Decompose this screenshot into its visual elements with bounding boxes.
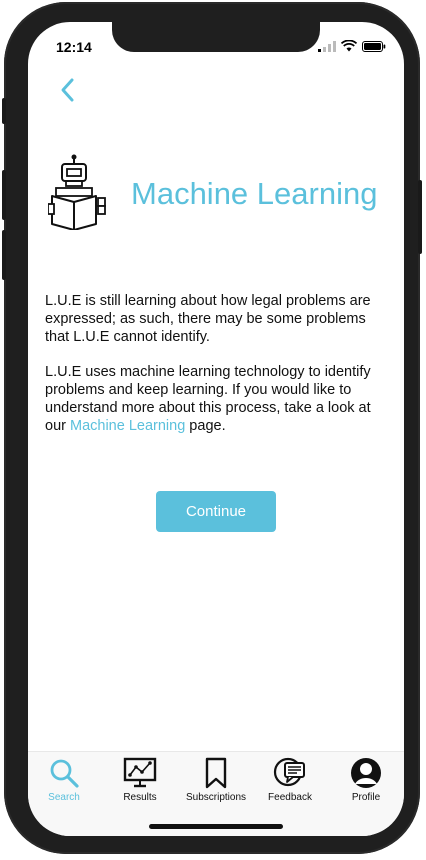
chevron-left-icon <box>61 78 74 102</box>
back-button[interactable] <box>54 76 82 104</box>
status-time: 12:14 <box>56 39 92 55</box>
search-icon <box>50 759 79 788</box>
details-paragraph: L.U.E uses machine learning technology t… <box>45 363 375 435</box>
robot-reading-icon <box>48 154 106 230</box>
tab-subscriptions[interactable]: Subscriptions <box>180 756 252 803</box>
continue-button[interactable]: Continue <box>156 491 276 532</box>
tab-feedback[interactable]: Feedback <box>254 756 326 803</box>
screen: 12:14 Machine Learning L.U.E is still le… <box>28 22 404 836</box>
profile-icon <box>351 758 381 788</box>
tab-label: Feedback <box>268 792 312 803</box>
status-icons <box>318 40 386 52</box>
power-button <box>418 180 422 254</box>
tab-label: Subscriptions <box>185 792 247 803</box>
machine-learning-link[interactable]: Machine Learning <box>70 418 185 434</box>
tab-label: Profile <box>351 792 381 803</box>
page-title: Machine Learning <box>131 176 378 211</box>
tab-label: Results <box>123 792 157 803</box>
phone-frame: 12:14 Machine Learning L.U.E is still le… <box>2 2 422 854</box>
mute-switch <box>2 98 6 124</box>
volume-down-button <box>2 230 6 280</box>
tab-label: Search <box>48 792 80 803</box>
notch <box>112 22 320 52</box>
bookmark-icon <box>205 757 227 789</box>
tab-profile[interactable]: Profile <box>330 756 402 803</box>
home-indicator <box>149 824 283 829</box>
wifi-icon <box>341 40 357 52</box>
volume-up-button <box>2 170 6 220</box>
battery-icon <box>362 40 386 52</box>
intro-paragraph: L.U.E is still learning about how legal … <box>45 293 371 345</box>
results-icon <box>123 757 157 788</box>
tab-results[interactable]: Results <box>104 756 176 803</box>
tab-search[interactable]: Search <box>28 756 100 803</box>
signal-icon <box>318 40 336 52</box>
details-text-end: page. <box>185 418 226 434</box>
feedback-icon <box>273 757 305 787</box>
